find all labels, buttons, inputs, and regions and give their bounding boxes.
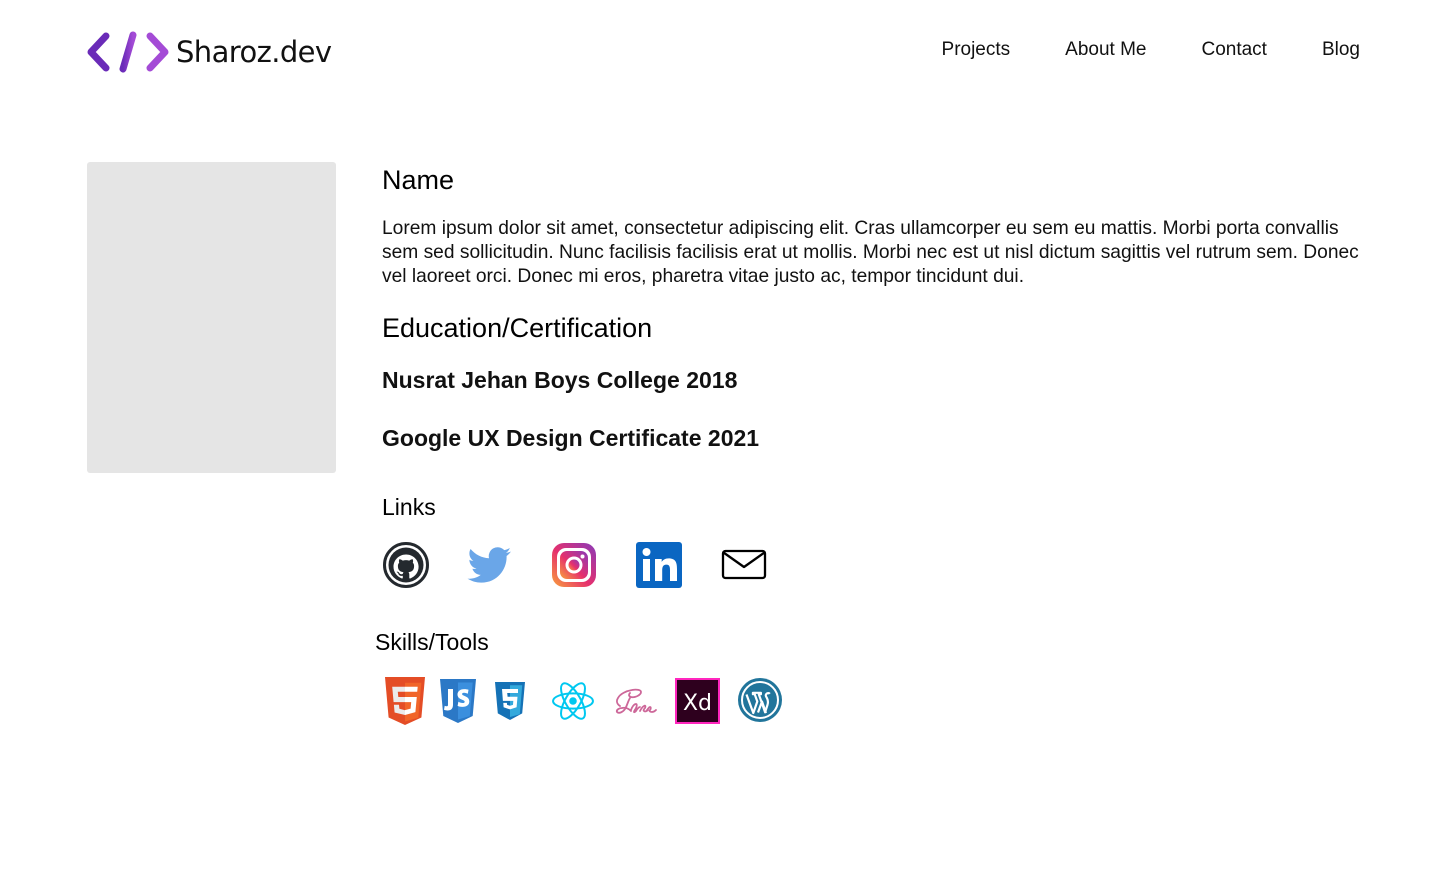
main-nav: Projects About Me Contact Blog	[942, 36, 1360, 64]
links-heading: Links	[382, 494, 436, 520]
profile-photo-placeholder	[87, 162, 336, 473]
instagram-link[interactable]	[550, 541, 598, 589]
logo-text: Sharoz.dev	[176, 35, 332, 69]
adobe-xd-icon: Xd	[675, 678, 720, 724]
name-heading: Name	[382, 165, 455, 195]
skills-heading: Skills/Tools	[375, 629, 489, 655]
education-heading: Education/Certification	[382, 313, 653, 343]
code-brackets-icon	[87, 31, 169, 73]
education-item: Google UX Design Certificate 2021	[382, 425, 760, 451]
twitter-link[interactable]	[465, 541, 513, 589]
javascript-icon	[439, 676, 477, 726]
wordpress-icon	[737, 677, 783, 723]
github-link[interactable]	[382, 541, 430, 589]
education-item: Nusrat Jehan Boys College 2018	[382, 367, 738, 393]
css3-icon	[494, 676, 526, 726]
bio-text: Lorem ipsum dolor sit amet, consectetur …	[382, 218, 1359, 287]
instagram-icon	[552, 543, 596, 587]
email-link[interactable]	[720, 541, 768, 589]
email-icon	[721, 549, 767, 580]
sass-icon	[612, 676, 658, 726]
nav-projects[interactable]: Projects	[942, 36, 1011, 64]
linkedin-link[interactable]	[635, 541, 683, 589]
github-icon	[383, 542, 429, 588]
nav-about-me[interactable]: About Me	[1065, 36, 1146, 64]
svg-text:Xd: Xd	[683, 691, 712, 716]
site-header: Sharoz.dev Projects About Me Contact Blo…	[0, 0, 1440, 100]
twitter-icon	[467, 547, 511, 583]
linkedin-icon	[636, 542, 682, 588]
react-icon	[551, 676, 595, 726]
nav-contact[interactable]: Contact	[1201, 36, 1266, 64]
nav-blog[interactable]: Blog	[1322, 36, 1360, 64]
logo-link[interactable]: Sharoz.dev	[86, 30, 332, 74]
html5-icon	[384, 676, 426, 726]
